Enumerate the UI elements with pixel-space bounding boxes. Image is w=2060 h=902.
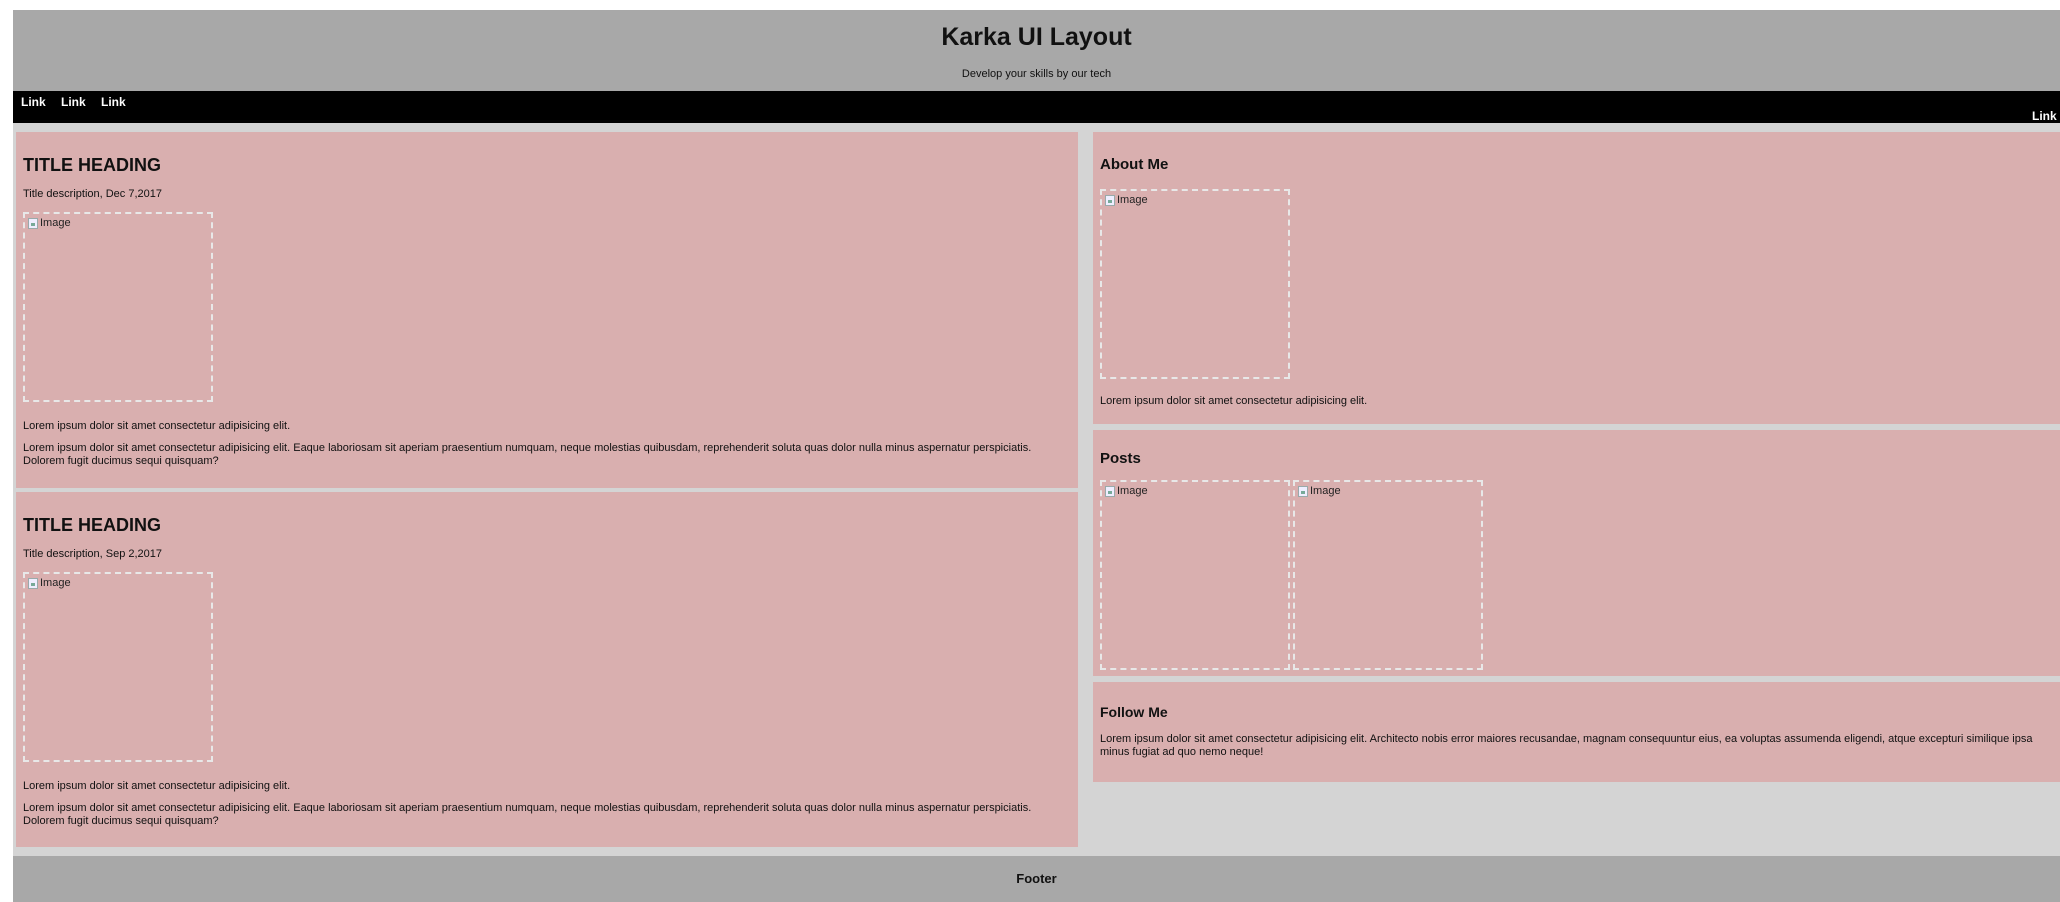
site-footer: Footer <box>13 856 2060 902</box>
posts-card: Posts Image Image <box>1093 430 2060 676</box>
post-card-2: TITLE HEADING Title description, Sep 2,2… <box>16 492 1078 847</box>
follow-me-text: Lorem ipsum dolor sit amet consectetur a… <box>1100 733 2033 758</box>
posts-heading: Posts <box>1100 450 1141 467</box>
image-alt-text: Image <box>1117 194 1148 206</box>
post-short-text: Lorem ipsum dolor sit amet consectetur a… <box>23 780 291 792</box>
about-me-card: About Me Image Lorem ipsum dolor sit ame… <box>1093 132 2060 424</box>
image-alt-text: Image <box>40 217 71 229</box>
page-container: Karka UI Layout Develop your skills by o… <box>13 10 2060 902</box>
image-alt-text: Image <box>1310 485 1341 497</box>
image-alt-text: Image <box>1117 485 1148 497</box>
post-long-text: Lorem ipsum dolor sit amet consectetur a… <box>23 442 1032 467</box>
broken-image-icon <box>1298 485 1308 497</box>
broken-image-icon <box>28 577 38 589</box>
about-image-placeholder: Image <box>1100 189 1290 379</box>
post-description: Title description, Sep 2,2017 <box>23 548 163 560</box>
posts-image-2: Image <box>1293 480 1483 670</box>
post-heading: TITLE HEADING <box>23 155 161 175</box>
nav-link-1[interactable]: Link <box>21 95 46 109</box>
footer-text: Footer <box>1016 871 1057 886</box>
about-me-heading: About Me <box>1100 156 1169 173</box>
follow-me-heading: Follow Me <box>1100 704 1168 720</box>
broken-image-icon <box>1105 194 1115 206</box>
site-header: Karka UI Layout Develop your skills by o… <box>13 10 2060 91</box>
nav-link-2[interactable]: Link <box>61 95 86 109</box>
post-image-placeholder: Image <box>23 212 213 402</box>
site-subtitle: Develop your skills by our tech <box>961 68 1112 80</box>
nav-link-right[interactable]: Link <box>2032 109 2057 123</box>
top-nav-bar: Link Link Link Link <box>13 91 2060 123</box>
post-card-1: TITLE HEADING Title description, Dec 7,2… <box>16 132 1078 488</box>
post-description: Title description, Dec 7,2017 <box>23 188 162 200</box>
broken-image-icon <box>28 217 38 229</box>
follow-me-card: Follow Me Lorem ipsum dolor sit amet con… <box>1093 682 2060 782</box>
image-alt-text: Image <box>40 577 71 589</box>
post-image-placeholder: Image <box>23 572 213 762</box>
posts-image-1: Image <box>1100 480 1290 670</box>
site-title: Karka UI Layout <box>941 23 1132 51</box>
post-short-text: Lorem ipsum dolor sit amet consectetur a… <box>23 420 291 432</box>
post-long-text: Lorem ipsum dolor sit amet consectetur a… <box>23 802 1032 827</box>
broken-image-icon <box>1105 485 1115 497</box>
nav-link-3[interactable]: Link <box>101 95 126 109</box>
post-heading: TITLE HEADING <box>23 515 161 535</box>
about-me-text: Lorem ipsum dolor sit amet consectetur a… <box>1100 395 1368 407</box>
